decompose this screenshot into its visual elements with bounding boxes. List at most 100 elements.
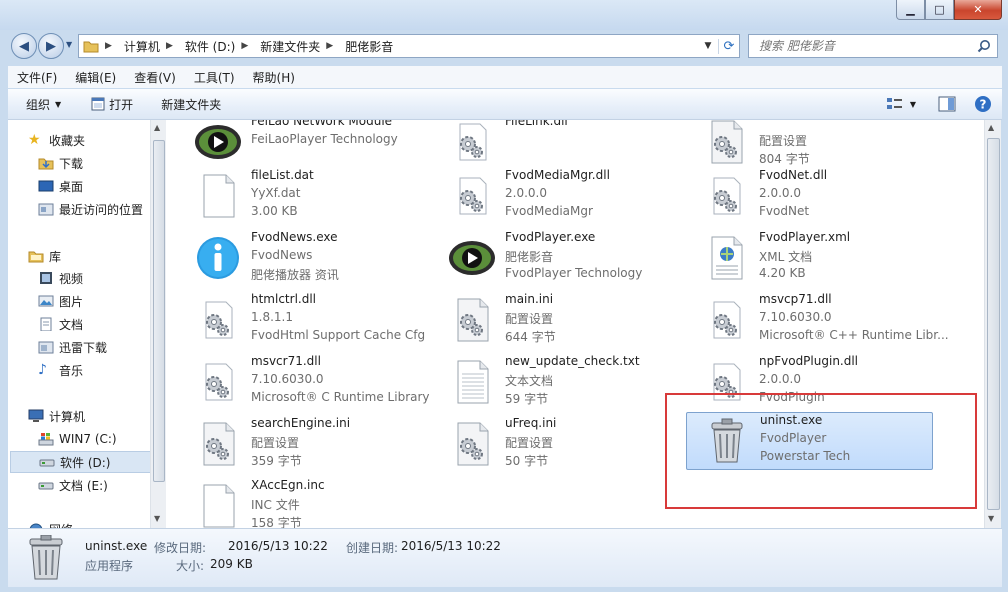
file-detail: 文本文档 — [505, 374, 554, 388]
scroll-up-icon[interactable]: ▲ — [988, 123, 994, 132]
breadcrumb-new-folder[interactable]: 新建文件夹 — [260, 38, 320, 55]
content-scrollbar-thumb[interactable] — [987, 138, 1000, 510]
arrow-left-icon: ◀ — [19, 38, 29, 54]
nav-music[interactable]: ♪ 音乐 — [38, 359, 83, 381]
file-item[interactable]: htmlctrl.dll 1.8.1.1 FvodHtml Support Cach… — [178, 292, 426, 348]
organize-button[interactable]: 组织 ▼ — [26, 96, 61, 113]
file-detail: Microsoft® C Runtime Library — [251, 390, 430, 404]
nav-recent-places-label: 最近访问的位置 — [59, 202, 144, 217]
scroll-down-icon[interactable]: ▼ — [154, 514, 160, 523]
file-item[interactable]: FeiLao NetWork Module FeiLaoPlayer Techno… — [178, 120, 423, 170]
file-detail: 59 字节 — [505, 392, 549, 406]
info-icon — [194, 234, 242, 282]
file-name: msvcr71.dll — [251, 354, 321, 368]
chevron-right-icon[interactable]: ▶ — [166, 41, 173, 51]
chevron-down-icon[interactable]: ▼ — [698, 41, 718, 51]
file-item[interactable]: fileList.dat YyXf.dat 3.00 KB — [178, 168, 423, 224]
menu-file[interactable]: 文件(F) — [8, 69, 66, 86]
nav-documents[interactable]: 文档 — [38, 313, 83, 335]
menu-help[interactable]: 帮助(H) — [244, 69, 304, 86]
file-item[interactable]: XAccEgn.inc INC 文件 158 字节 — [178, 478, 423, 528]
nav-downloads[interactable]: 下载 — [38, 152, 83, 174]
open-button[interactable]: 打开 — [91, 96, 133, 113]
nav-drive-e[interactable]: 文档 (E:) — [38, 474, 108, 496]
chevron-right-icon[interactable]: ▶ — [241, 41, 248, 51]
search-box[interactable] — [748, 34, 998, 58]
file-item[interactable]: FvodPlayer.exe 肥佬影音 FvodPlayer Technology — [432, 230, 677, 286]
scroll-up-icon[interactable]: ▲ — [154, 123, 160, 132]
maximize-button[interactable]: □ — [925, 0, 954, 20]
chevron-down-icon: ▼ — [55, 99, 62, 109]
breadcrumb-drive-d[interactable]: 软件 (D:) — [185, 38, 235, 55]
recent-pages-dropdown[interactable]: ▼ — [66, 40, 72, 49]
player-icon — [448, 234, 496, 282]
help-button[interactable]: ? — [974, 95, 992, 113]
nav-xunlei-downloads[interactable]: 迅雷下载 — [38, 336, 107, 358]
scroll-down-icon[interactable]: ▼ — [988, 514, 994, 523]
nav-libraries-label: 库 — [49, 249, 62, 264]
content-scrollbar[interactable]: ▲ ▼ — [984, 120, 1001, 528]
xml-icon — [702, 234, 750, 282]
file-detail: 158 字节 — [251, 516, 302, 528]
file-item[interactable]: FvodMediaMgr.dll 2.0.0.0 FvodMediaMgr — [432, 168, 677, 224]
file-item[interactable]: msvcp71.dll 7.10.6030.0 Microsoft® C++ Run… — [686, 292, 949, 348]
breadcrumb-current-folder[interactable]: 肥佬影音 — [345, 38, 393, 55]
nav-drive-c[interactable]: WIN7 (C:) — [38, 428, 117, 450]
menu-view[interactable]: 查看(V) — [125, 69, 185, 86]
menu-tools[interactable]: 工具(T) — [185, 69, 244, 86]
forward-button[interactable]: ▶ — [38, 33, 64, 59]
menu-edit[interactable]: 编辑(E) — [66, 69, 125, 86]
nav-favorites[interactable]: ★ 收藏夹 — [28, 129, 85, 151]
file-name: FvodMediaMgr.dll — [505, 168, 610, 182]
chevron-right-icon[interactable]: ▶ — [326, 41, 333, 51]
preview-pane-icon — [938, 96, 956, 112]
file-name: fileList.dat — [251, 168, 314, 182]
file-item[interactable]: searchEngine.ini 配置设置 359 字节 — [178, 416, 423, 472]
file-detail: XML 文档 — [759, 250, 813, 264]
details-pane: uninst.exe 应用程序 修改日期: 2016/5/13 10:22 大小… — [8, 528, 1002, 587]
minimize-button[interactable]: ▁ — [896, 0, 925, 20]
file-item[interactable]: FvodPlayer.xml XML 文档 4.20 KB — [686, 230, 931, 286]
nav-scrollbar-thumb[interactable] — [153, 140, 165, 482]
file-item[interactable]: 配置设置 804 字节 — [686, 120, 931, 170]
file-detail: 配置设置 — [505, 436, 554, 450]
breadcrumb-computer[interactable]: 计算机 — [124, 38, 160, 55]
dll-gear-icon — [194, 296, 242, 344]
search-icon[interactable] — [977, 39, 991, 53]
file-item[interactable]: new_update_check.txt 文本文档 59 字节 — [432, 354, 677, 410]
file-detail: FvodNet — [759, 204, 810, 218]
file-detail: FvodHtml Support Cache Cfg — [251, 328, 426, 342]
file-name: uFreq.ini — [505, 416, 557, 430]
dll-gear-icon — [702, 172, 750, 220]
view-options-button[interactable]: ▼ — [886, 97, 916, 111]
hard-drive-icon — [39, 459, 55, 467]
nav-libraries[interactable]: 库 — [28, 245, 61, 267]
close-button[interactable]: ✕ — [954, 0, 1002, 20]
file-detail: 配置设置 — [505, 312, 554, 326]
search-input[interactable] — [757, 38, 971, 54]
new-folder-button[interactable]: 新建文件夹 — [161, 96, 221, 113]
nav-scrollbar[interactable]: ▲ ▼ — [150, 120, 166, 528]
nav-videos[interactable]: 视频 — [38, 267, 83, 289]
address-bar[interactable]: ▶ 计算机 ▶ 软件 (D:) ▶ 新建文件夹 ▶ 肥佬影音 ▼ ⟳ — [78, 34, 740, 58]
file-item[interactable]: FileLink.dll — [432, 120, 677, 170]
file-item[interactable]: msvcr71.dll 7.10.6030.0 Microsoft® C Runti… — [178, 354, 430, 410]
downloads-folder-icon — [38, 158, 54, 170]
refresh-icon[interactable]: ⟳ — [718, 38, 739, 54]
nav-computer[interactable]: 计算机 — [28, 405, 85, 427]
file-item[interactable]: FvodNet.dll 2.0.0.0 FvodNet — [686, 168, 931, 224]
nav-drive-d[interactable]: 软件 (D:) — [10, 451, 153, 473]
file-detail: 644 字节 — [505, 330, 556, 344]
file-item[interactable]: main.ini 配置设置 644 字节 — [432, 292, 677, 348]
preview-pane-button[interactable] — [938, 96, 956, 112]
player-icon — [194, 120, 242, 166]
file-detail: 4.20 KB — [759, 266, 806, 280]
nav-recent-places[interactable]: 最近访问的位置 — [38, 198, 143, 220]
nav-network[interactable]: 网络 — [28, 518, 73, 528]
nav-pictures[interactable]: 图片 — [38, 290, 83, 312]
file-item[interactable]: FvodNews.exe FvodNews 肥佬播放器 资讯 — [178, 230, 423, 286]
file-detail: Microsoft® C++ Runtime Libr... — [759, 328, 949, 342]
file-item[interactable]: uFreq.ini 配置设置 50 字节 — [432, 416, 677, 472]
nav-desktop[interactable]: 桌面 — [38, 175, 83, 197]
back-button[interactable]: ◀ — [11, 33, 37, 59]
